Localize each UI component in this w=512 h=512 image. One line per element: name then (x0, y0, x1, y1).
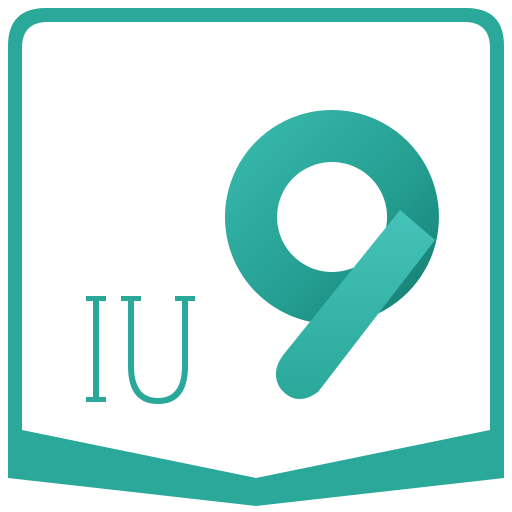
app-icon (0, 0, 512, 512)
app-icon-graphic (8, 8, 504, 506)
